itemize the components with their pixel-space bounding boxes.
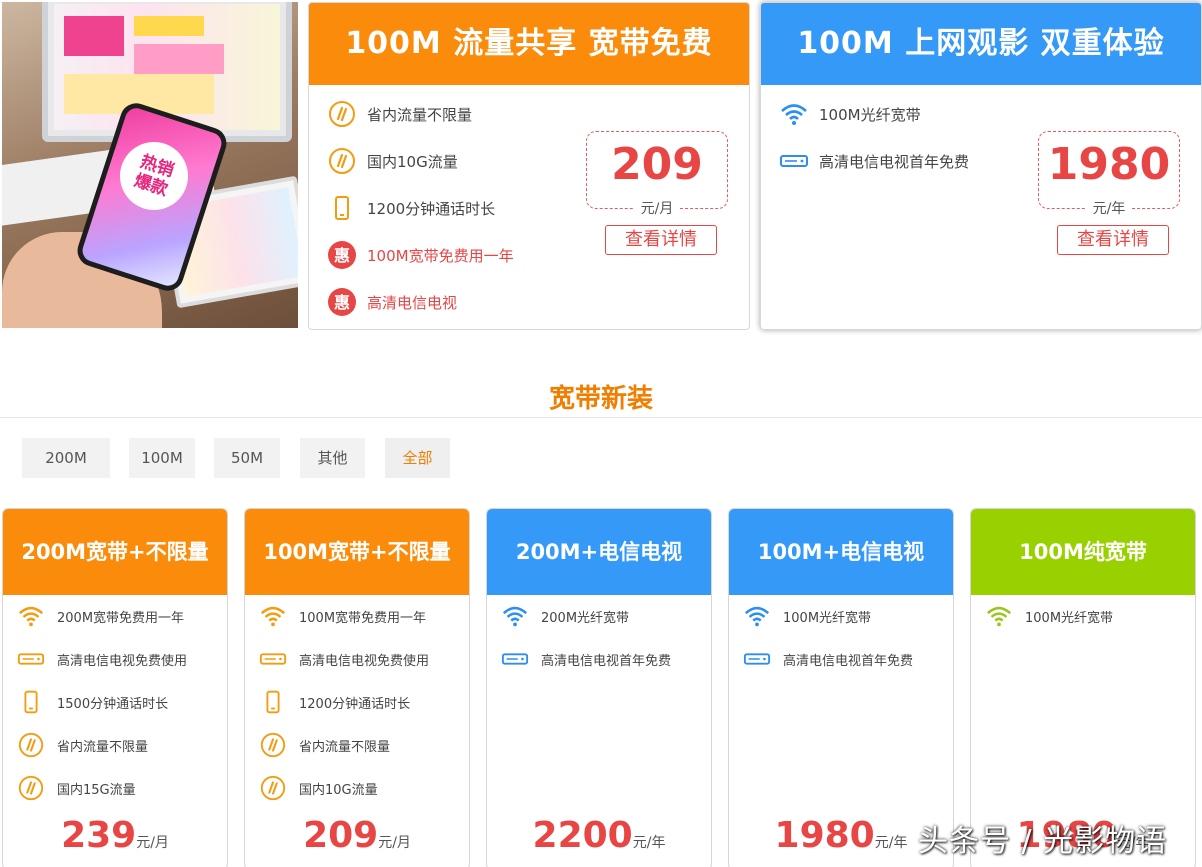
plan-card[interactable]: 200M+电信电视 200M光纤宽带 高清电信电视首年免费 2200元/年	[486, 508, 712, 867]
plan-card[interactable]: 200M宽带+不限量 200M宽带免费用一年 高清电信电视免费使用 1500分钟…	[2, 508, 228, 867]
hero-promo-image: 热销 爆款	[2, 2, 298, 328]
price-box: 209 元/月	[586, 131, 728, 218]
plan-feature: 高清电信电视首年免费	[741, 644, 913, 674]
plan-feature: 省内流量不限量	[327, 99, 472, 129]
plan-title: 100M+电信电视	[729, 509, 953, 595]
plan-feature: 1500分钟通话时长	[15, 687, 168, 717]
filter-tab-all[interactable]: 全部	[385, 438, 450, 478]
svg-text:惠: 惠	[334, 293, 350, 312]
phone-icon	[257, 687, 289, 717]
wifi-icon	[779, 99, 809, 129]
view-details-button[interactable]: 查看详情	[1057, 225, 1169, 255]
wifi-icon	[741, 601, 773, 631]
plan-feature: 省内流量不限量	[15, 730, 148, 760]
wifi-icon	[983, 601, 1015, 631]
featured-plan-card-2[interactable]: 100M 上网观影 双重体验 100M光纤宽带 高清电信电视首年免费 1980 …	[760, 2, 1202, 330]
section-divider	[0, 417, 1202, 418]
plan-feature: 高清电信电视首年免费	[499, 644, 671, 674]
view-details-button[interactable]: 查看详情	[605, 225, 717, 255]
wifi-icon	[499, 601, 531, 631]
plan-feature: 省内流量不限量	[257, 730, 390, 760]
filter-tab-50m[interactable]: 50M	[214, 438, 280, 478]
watermark: 头条号 / 光影物语	[918, 824, 1168, 859]
plan-feature: 100M光纤宽带	[983, 601, 1113, 631]
data-flow-icon	[257, 773, 289, 803]
plan-card[interactable]: 100M纯宽带 100M光纤宽带 1980元/年	[970, 508, 1196, 867]
price-unit: 元/年	[1086, 198, 1132, 218]
plan-feature: 惠 100M宽带免费用一年	[327, 240, 514, 270]
plan-title: 200M+电信电视	[487, 509, 711, 595]
filter-tab-200m[interactable]: 200M	[22, 438, 110, 478]
svg-text:惠: 惠	[334, 246, 350, 265]
featured-plan-card-1[interactable]: 100M 流量共享 宽带免费 省内流量不限量 国内10G流量 1200分钟通话时…	[308, 2, 750, 330]
price-box: 1980 元/年	[1038, 131, 1180, 218]
tv-box-icon	[741, 644, 773, 674]
plan-feature: 国内10G流量	[257, 773, 378, 803]
plan-feature: 惠 高清电信电视	[327, 287, 457, 317]
price-unit: 元/月	[634, 198, 680, 218]
filter-tab-other[interactable]: 其他	[300, 438, 365, 478]
plan-feature: 100M宽带免费用一年	[257, 601, 426, 631]
plan-feature: 1200分钟通话时长	[257, 687, 410, 717]
data-flow-icon	[327, 146, 357, 176]
plan-feature: 高清电信电视免费使用	[257, 644, 429, 674]
data-flow-icon	[257, 730, 289, 760]
plan-title: 100M纯宽带	[971, 509, 1195, 595]
price-value: 209	[611, 139, 703, 190]
plan-price: 239元/月	[61, 815, 169, 856]
plan-feature: 100M光纤宽带	[779, 99, 921, 129]
data-flow-icon	[15, 730, 47, 760]
tv-box-icon	[499, 644, 531, 674]
discount-icon: 惠	[327, 240, 357, 270]
plan-price: 2200元/年	[532, 815, 666, 856]
plan-feature: 1200分钟通话时长	[327, 193, 495, 223]
wifi-icon	[257, 601, 289, 631]
plan-feature: 200M宽带免费用一年	[15, 601, 184, 631]
wifi-icon	[15, 601, 47, 631]
discount-icon: 惠	[327, 287, 357, 317]
data-flow-icon	[327, 99, 357, 129]
plan-feature: 高清电信电视免费使用	[15, 644, 187, 674]
plan-price: 209元/月	[303, 815, 411, 856]
section-title: 宽带新装	[548, 384, 653, 414]
phone-icon	[15, 687, 47, 717]
featured-plan-title: 100M 上网观影 双重体验	[761, 3, 1201, 85]
tv-box-icon	[257, 644, 289, 674]
phone-icon	[327, 193, 357, 223]
plan-feature: 200M光纤宽带	[499, 601, 629, 631]
plan-feature: 100M光纤宽带	[741, 601, 871, 631]
data-flow-icon	[15, 773, 47, 803]
plan-title: 100M宽带+不限量	[245, 509, 469, 595]
plan-feature: 国内10G流量	[327, 146, 458, 176]
tv-box-icon	[779, 146, 809, 176]
tv-box-icon	[15, 644, 47, 674]
plan-feature: 高清电信电视首年免费	[779, 146, 969, 176]
price-value: 1980	[1047, 139, 1171, 190]
plan-title: 200M宽带+不限量	[3, 509, 227, 595]
featured-plan-title: 100M 流量共享 宽带免费	[309, 3, 749, 85]
plan-card[interactable]: 100M+电信电视 100M光纤宽带 高清电信电视首年免费 1980元/年	[728, 508, 954, 867]
plan-card[interactable]: 100M宽带+不限量 100M宽带免费用一年 高清电信电视免费使用 1200分钟…	[244, 508, 470, 867]
filter-tab-100m[interactable]: 100M	[129, 438, 195, 478]
plan-feature: 国内15G流量	[15, 773, 136, 803]
